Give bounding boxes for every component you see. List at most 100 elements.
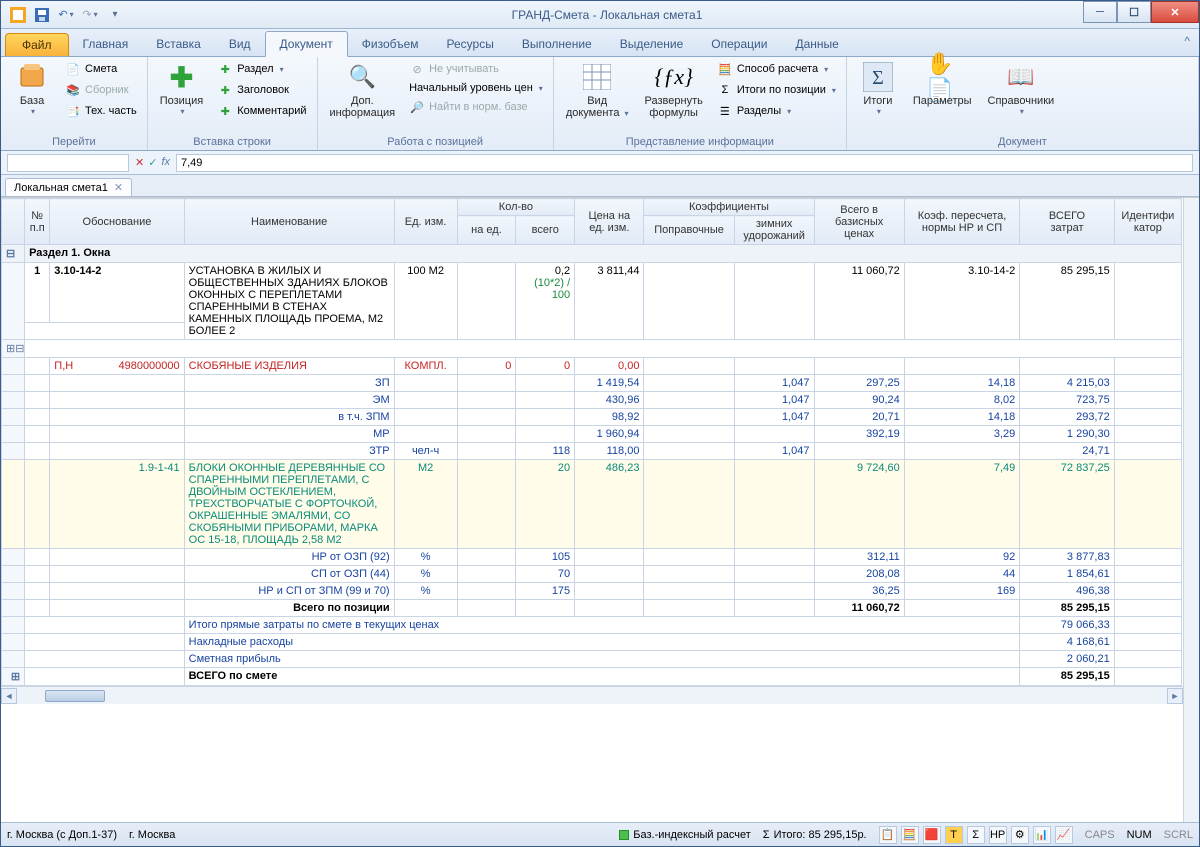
tab-resources[interactable]: Ресурсы (433, 32, 508, 56)
col-coef-winter[interactable]: зимних удорожаний (734, 216, 814, 245)
st-ico-9[interactable]: 📈 (1055, 826, 1073, 844)
st-ico-6[interactable]: НР (989, 826, 1007, 844)
scroll-thumb[interactable] (45, 690, 105, 702)
file-tab[interactable]: Файл (5, 33, 69, 56)
document-tab[interactable]: Локальная смета1 ✕ (5, 178, 132, 196)
status-sum[interactable]: ΣИтого: 85 295,15р. (763, 829, 867, 841)
st-ico-3[interactable]: 🟥 (923, 826, 941, 844)
name-box[interactable] (7, 154, 129, 172)
dop-info-button[interactable]: 🔍 Доп.информация (324, 59, 402, 121)
total-all-row[interactable]: ⊞ВСЕГО по смете85 295,15 (2, 668, 1182, 686)
tab-view[interactable]: Вид (215, 32, 265, 56)
sections-button[interactable]: ☰Разделы ▾ (713, 101, 840, 121)
params-button[interactable]: ✋📄 Параметры (907, 59, 978, 109)
status-calc-mode[interactable]: Баз.-индексный расчет (619, 829, 750, 841)
tab-selection[interactable]: Выделение (606, 32, 698, 56)
detail-row[interactable]: в т.ч. ЗПМ98,921,04720,7114,18293,72 (2, 409, 1182, 426)
col-recalc[interactable]: Коэф. пересчета, нормы НР и СП (904, 199, 1019, 245)
tab-data[interactable]: Данные (781, 32, 852, 56)
col-qty-per[interactable]: на ед. (457, 216, 516, 245)
col-num[interactable]: № п.п (25, 199, 50, 245)
comment-button[interactable]: ✚Комментарий (213, 101, 310, 121)
razdel-button[interactable]: ✚Раздел ▾ (213, 59, 310, 79)
hp-row[interactable]: СП от ОЗП (44)%70208,08441 854,61 (2, 566, 1182, 583)
undo-icon[interactable]: ↶▾ (55, 4, 77, 26)
detail-row[interactable]: ЭМ430,961,04790,248,02723,75 (2, 392, 1182, 409)
col-coef-corr[interactable]: Поправочные (644, 216, 734, 245)
calc-method-button[interactable]: 🧮Способ расчета ▾ (713, 59, 840, 79)
st-ico-4[interactable]: Т (945, 826, 963, 844)
formula-input[interactable] (176, 154, 1193, 172)
position-totals-button[interactable]: ΣИтоги по позиции ▾ (713, 80, 840, 100)
tab-operations[interactable]: Операции (697, 32, 781, 56)
section-row[interactable]: ⊟ Раздел 1. Окна (2, 245, 1182, 263)
doc-view-button[interactable]: Виддокумента ▾ (560, 59, 635, 122)
col-unit[interactable]: Ед. изм. (394, 199, 457, 245)
cancel-icon[interactable]: ✕ (135, 156, 144, 169)
col-basis[interactable]: Обоснование (50, 199, 184, 245)
row-block[interactable]: 1.9-1-41 БЛОКИ ОКОННЫЕ ДЕРЕВЯННЫЕ СО СПА… (2, 460, 1182, 549)
smeta-button[interactable]: 📄Смета (61, 59, 141, 79)
hp-row[interactable]: НР от ОЗП (92)%105312,11923 877,83 (2, 549, 1182, 566)
redo-icon[interactable]: ↷▾ (79, 4, 101, 26)
vertical-scrollbar[interactable] (1183, 198, 1199, 822)
tab-insert[interactable]: Вставка (142, 32, 215, 56)
total-position-row[interactable]: Всего по позиции11 060,7285 295,15 (2, 600, 1182, 617)
sbornik-button[interactable]: 📚Сборник (61, 80, 141, 100)
total-nr-row[interactable]: Накладные расходы4 168,61 (2, 634, 1182, 651)
formula-bar: ✕ ✓ fx (1, 151, 1199, 175)
detail-row[interactable]: ЗТРчел-ч118118,001,04724,71 (2, 443, 1182, 460)
app-icon[interactable] (7, 4, 29, 26)
save-icon[interactable] (31, 4, 53, 26)
st-ico-2[interactable]: 🧮 (901, 826, 919, 844)
col-base-total[interactable]: Всего в базисных ценах (814, 199, 904, 245)
st-ico-8[interactable]: 📊 (1033, 826, 1051, 844)
sprav-button[interactable]: 📖 Справочники▾ (982, 59, 1061, 118)
header-button[interactable]: ✚Заголовок (213, 80, 310, 100)
green-square-icon (619, 830, 629, 840)
price-level-button[interactable]: Начальный уровень цен ▾ (405, 80, 547, 96)
minimize-button[interactable]: ─ (1083, 1, 1117, 23)
data-table[interactable]: № п.п Обоснование Наименование Ед. изм. … (1, 198, 1182, 686)
scroll-right-icon[interactable]: ► (1167, 688, 1183, 704)
row-skobyanye[interactable]: П,Н4980000000 СКОБЯНЫЕ ИЗДЕЛИЯ КОМПЛ. 0 … (2, 358, 1182, 375)
total-sp-row[interactable]: Сметная прибыль2 060,21 (2, 651, 1182, 668)
st-ico-1[interactable]: 📋 (879, 826, 897, 844)
row-position-1[interactable]: 1 3.10-14-2 УСТАНОВКА В ЖИЛЫХ И ОБЩЕСТВЕ… (2, 263, 1182, 323)
qat-custom-icon[interactable]: ▾ (103, 4, 125, 26)
close-doc-icon[interactable]: ✕ (114, 181, 123, 194)
expand-formulas-button[interactable]: {ƒx} Развернутьформулы (639, 59, 709, 121)
find-norm-button[interactable]: 🔎Найти в норм. базе (405, 97, 547, 117)
position-button[interactable]: ✚ Позиция▾ (154, 59, 210, 118)
tab-document[interactable]: Документ (265, 31, 348, 57)
base-button[interactable]: База▾ (7, 59, 57, 118)
detail-row[interactable]: ЗП1 419,541,047297,2514,184 215,03 (2, 375, 1182, 392)
scroll-left-icon[interactable]: ◄ (1, 688, 17, 704)
col-qty[interactable]: Кол-во (457, 199, 575, 216)
col-coef[interactable]: Коэффициенты (644, 199, 814, 216)
col-name[interactable]: Наименование (184, 199, 394, 245)
maximize-button[interactable]: ☐ (1117, 1, 1151, 23)
horizontal-scrollbar[interactable]: ◄ ► (1, 686, 1183, 704)
st-ico-7[interactable]: ⚙ (1011, 826, 1029, 844)
col-price[interactable]: Цена на ед. изм. (575, 199, 644, 245)
tech-button[interactable]: 📑Тех. часть (61, 101, 141, 121)
tab-home[interactable]: Главная (69, 32, 143, 56)
detail-row[interactable]: МР1 960,94392,193,291 290,30 (2, 426, 1182, 443)
close-button[interactable]: ✕ (1151, 1, 1199, 23)
row-expand-icons[interactable]: ⊞⊟ (2, 340, 1182, 358)
accept-icon[interactable]: ✓ (148, 156, 157, 169)
st-ico-5[interactable]: Σ (967, 826, 985, 844)
total-direct-row[interactable]: Итого прямые затраты по смете в текущих … (2, 617, 1182, 634)
results-button[interactable]: Σ Итоги▾ (853, 59, 903, 118)
svg-text:Σ: Σ (872, 67, 884, 89)
col-qty-total[interactable]: всего (516, 216, 575, 245)
tab-physvolume[interactable]: Физобъем (348, 32, 433, 56)
hp-row[interactable]: НР и СП от ЗПМ (99 и 70)%17536,25169496,… (2, 583, 1182, 600)
fx-icon[interactable]: fx (161, 156, 170, 169)
tab-execution[interactable]: Выполнение (508, 32, 606, 56)
collapse-ribbon-icon[interactable]: ^ (1184, 34, 1190, 48)
col-ident[interactable]: Идентифи катор (1114, 199, 1181, 245)
exclude-button[interactable]: ⊘Не учитывать (405, 59, 547, 79)
col-total[interactable]: ВСЕГО затрат (1020, 199, 1114, 245)
